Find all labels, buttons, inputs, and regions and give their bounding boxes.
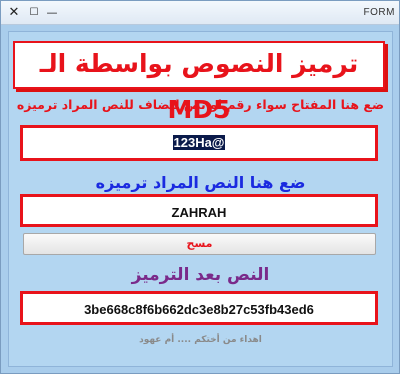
form-window: ✕ ☐ — FORM ترميز النصوص بواسطة الـ MD5 ض… bbox=[0, 0, 400, 374]
text-input[interactable]: ZAHRAH bbox=[20, 194, 378, 227]
text-input-value[interactable]: ZAHRAH bbox=[172, 205, 227, 220]
maximize-icon[interactable]: ☐ bbox=[27, 6, 41, 20]
dedication-text: اهداء من أختكم .... أم عهود bbox=[139, 335, 262, 345]
page-title-text: ترميز النصوص بواسطة الـ bbox=[39, 49, 359, 78]
close-icon[interactable]: ✕ bbox=[7, 6, 21, 20]
window-title: FORM bbox=[363, 7, 395, 18]
key-label: ضع هنا المفتاح سواء رقم او نص ليضاف للنص… bbox=[16, 97, 385, 112]
result-label: النص بعد الترميز bbox=[131, 265, 270, 285]
clear-button[interactable]: مسح bbox=[23, 233, 376, 255]
text-label: ضع هنا النص المراد ترميزه bbox=[95, 173, 306, 192]
result-output-value[interactable]: 3be668c8f6b662dc3e8b27c53fb43ed6 bbox=[84, 302, 314, 317]
result-output[interactable]: 3be668c8f6b662dc3e8b27c53fb43ed6 bbox=[20, 291, 378, 325]
key-input[interactable]: 123Ha@ bbox=[20, 125, 378, 161]
minimize-icon[interactable]: — bbox=[45, 6, 59, 20]
page-title: ترميز النصوص بواسطة الـ MD5 bbox=[13, 41, 385, 124]
title-bar[interactable]: ✕ ☐ — FORM bbox=[1, 1, 399, 25]
key-input-value[interactable]: 123Ha@ bbox=[172, 135, 226, 150]
